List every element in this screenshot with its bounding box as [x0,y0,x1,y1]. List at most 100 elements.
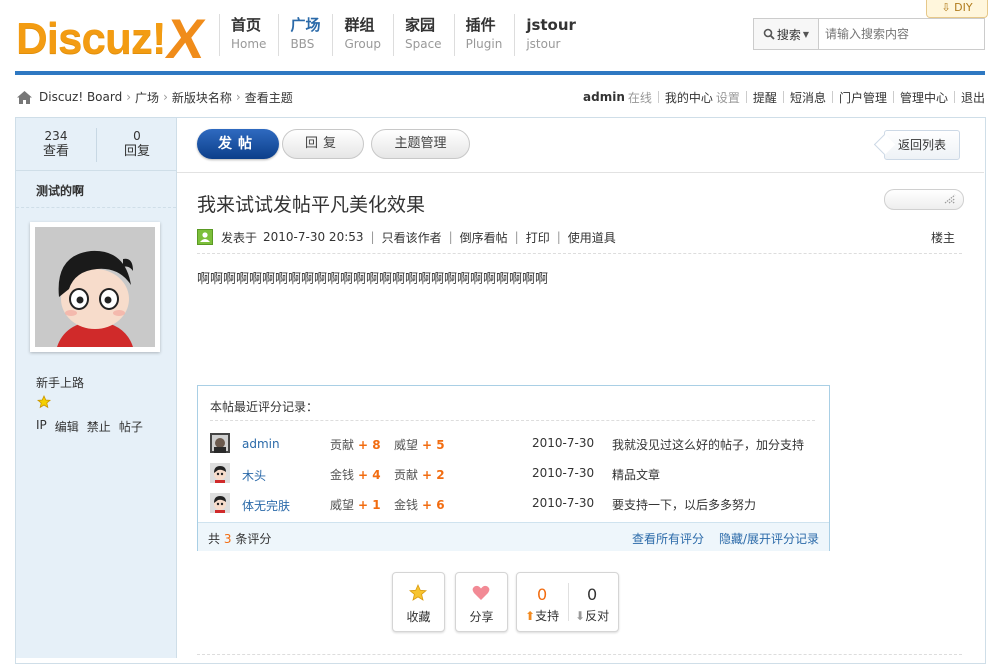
back-to-list-button[interactable]: 返回列表 [873,130,960,160]
nav-bbs[interactable]: 广场 BBS [278,14,332,56]
toggle-ratings-link[interactable]: 隐藏/展开评分记录 [719,530,819,547]
oppose-button[interactable]: ⬇反对 [575,607,609,624]
divider [197,253,962,254]
avatar[interactable] [210,433,230,453]
diy-button[interactable]: ⇩ DIY [926,0,988,18]
only-author-link[interactable]: 只看该作者 [382,229,442,246]
rater-name[interactable]: 体无完肤 [242,497,290,514]
my-center-link[interactable]: 我的中心 [665,89,713,106]
reverse-order-link[interactable]: 倒序看帖 [460,229,508,246]
ip-link[interactable]: IP [36,418,47,435]
author-name[interactable]: 测试的啊 [36,182,84,199]
chevron-right-icon: › [126,90,132,104]
nav-group[interactable]: 群组 Group [332,14,393,56]
home-icon[interactable] [16,90,33,105]
rating-reason: 精品文章 [612,468,661,482]
breadcrumb-bbs[interactable]: 广场 [135,89,159,106]
oppose-count: 0 [587,585,598,604]
divider: | [556,230,561,244]
score-value: + 8 [358,438,381,452]
score-value: + 1 [358,498,381,512]
reminder-link[interactable]: 提醒 [753,89,777,106]
portal-admin-link[interactable]: 门户管理 [839,89,887,106]
reply-button[interactable]: 回复 [282,129,364,159]
nav-sublabel: Group [344,37,381,51]
avatar[interactable] [210,463,230,483]
total-prefix: 共 [208,532,221,546]
thread-tools-toggle[interactable] [884,189,964,210]
rater-name[interactable]: admin [242,437,280,451]
breadcrumb-forum[interactable]: 新版块名称 [172,89,232,106]
chevron-right-icon: › [235,90,241,104]
new-post-button[interactable]: 发帖 [197,129,279,159]
nav-sublabel: Space [405,37,442,51]
rating-row: 体无完肤 威望 + 1 金钱 + 6 2010-7-30 要支持一下，以后多多努力 [210,493,820,515]
nav-sublabel: BBS [290,37,315,51]
logout-link[interactable]: 退出 [961,89,985,106]
site-logo[interactable]: Discuz! X [16,7,208,70]
thread-manage-button[interactable]: 主题管理 [371,129,470,159]
resize-grip-icon [944,194,956,204]
view-all-ratings-link[interactable]: 查看所有评分 [632,530,704,547]
download-arrow-icon: ⇩ [941,1,951,14]
support-button[interactable]: ⬆支持 [525,607,559,624]
search-type-label: 搜索 [776,27,801,42]
search-icon [763,28,775,40]
favorite-button[interactable]: 收藏 [392,572,445,632]
nav-plugin[interactable]: 插件 Plugin [453,14,515,56]
score-value: + 6 [422,498,445,512]
rater-name[interactable]: 木头 [242,467,266,484]
divider: | [370,230,375,244]
rating-row: 木头 金钱 + 4 贡献 + 2 2010-7-30 精品文章 [210,463,820,485]
share-button[interactable]: 分享 [455,572,508,632]
divider [953,91,955,103]
divider [831,91,833,103]
score-label: 贡献 [394,468,419,482]
breadcrumb-current: 查看主题 [244,90,293,105]
posts-link[interactable]: 帖子 [119,418,143,435]
user-nav: admin 在线 我的中心 设置 提醒 短消息 门户管理 管理中心 退出 [583,88,985,106]
nav-space[interactable]: 家园 Space [393,14,454,56]
arrow-down-icon: ⬇ [575,609,586,623]
posted-prefix: 发表于 [221,230,258,245]
score-1: 威望 + 1 [330,496,381,513]
chevron-down-icon: ▼ [802,29,810,39]
avatar[interactable] [210,493,230,513]
ban-link[interactable]: 禁止 [87,418,111,435]
replies-stat: 0 回复 [97,128,177,160]
search-input[interactable] [819,19,984,49]
settings-link[interactable]: 设置 [716,89,740,106]
username-link[interactable]: admin [583,90,625,104]
avatar-image [35,227,155,347]
divider [16,207,176,208]
print-link[interactable]: 打印 [526,229,550,246]
use-props-link[interactable]: 使用道具 [568,229,616,246]
score-label: 威望 [330,498,355,512]
logo-mark: X [163,7,209,70]
divider: | [514,230,519,244]
rating-total: 共 3 条评分 [208,530,271,547]
messages-link[interactable]: 短消息 [790,89,826,106]
rating-header: 本帖最近评分记录： [210,400,319,414]
total-suffix: 条评分 [235,532,272,546]
online-user-icon [197,229,213,245]
nav-label: 首页 [231,16,262,34]
nav-home[interactable]: 首页 Home [219,14,278,56]
nav-label: 家园 [405,16,436,34]
search-type-select[interactable]: 搜索 ▼ [754,19,819,49]
breadcrumb-board[interactable]: Discuz! Board [39,90,122,104]
divider [657,91,659,103]
divider [210,420,815,421]
rating-row: admin 贡献 + 8 威望 + 5 2010-7-30 我就没见过这么好的帖子，… [210,433,820,455]
rating-box: 本帖最近评分记录： admin 贡献 + 8 威望 + 5 2010-7-30 我就… [197,385,830,551]
author-avatar[interactable] [30,222,160,352]
score-1: 金钱 + 4 [330,466,381,483]
nav-jstour[interactable]: jstour jstour [514,14,588,56]
admin-center-link[interactable]: 管理中心 [900,89,948,106]
views-count: 234 [44,129,68,143]
divider [16,170,176,171]
online-status: 在线 [627,90,652,105]
favorite-label: 收藏 [406,610,431,624]
oppose-label: 反对 [585,609,610,623]
edit-link[interactable]: 编辑 [55,418,79,435]
